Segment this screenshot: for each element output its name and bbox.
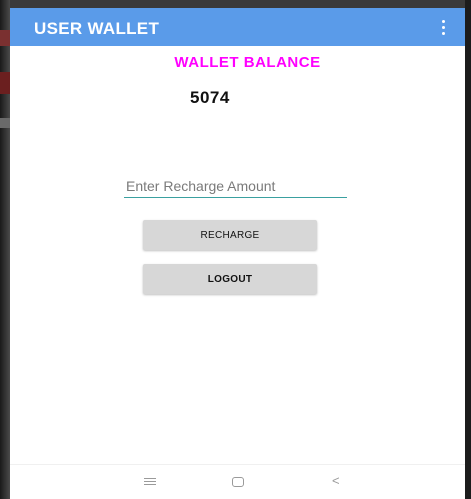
vertical-dots-icon[interactable] bbox=[437, 17, 451, 37]
back-icon[interactable]: < bbox=[332, 473, 346, 489]
system-nav-bar: < bbox=[10, 464, 465, 499]
edge-tint bbox=[0, 118, 10, 128]
app-bar: USER WALLET bbox=[10, 8, 465, 46]
device-bezel-right bbox=[465, 0, 471, 499]
recharge-amount-input[interactable] bbox=[124, 176, 347, 198]
recharge-button[interactable]: RECHARGE bbox=[143, 220, 317, 250]
wallet-balance-heading: WALLET BALANCE bbox=[174, 54, 321, 71]
recents-icon[interactable] bbox=[144, 478, 156, 486]
edge-tint bbox=[0, 72, 10, 94]
wallet-balance-value: 5074 bbox=[190, 88, 230, 107]
device-frame: USER WALLET WALLET BALANCE 5074 RECHARGE… bbox=[0, 0, 471, 499]
edge-tint bbox=[0, 30, 10, 46]
logout-button[interactable]: LOGOUT bbox=[143, 264, 317, 294]
background-window-edge bbox=[0, 0, 10, 499]
home-icon[interactable] bbox=[232, 477, 244, 487]
app-screen: USER WALLET WALLET BALANCE 5074 RECHARGE… bbox=[10, 8, 465, 499]
app-title: USER WALLET bbox=[34, 19, 160, 38]
